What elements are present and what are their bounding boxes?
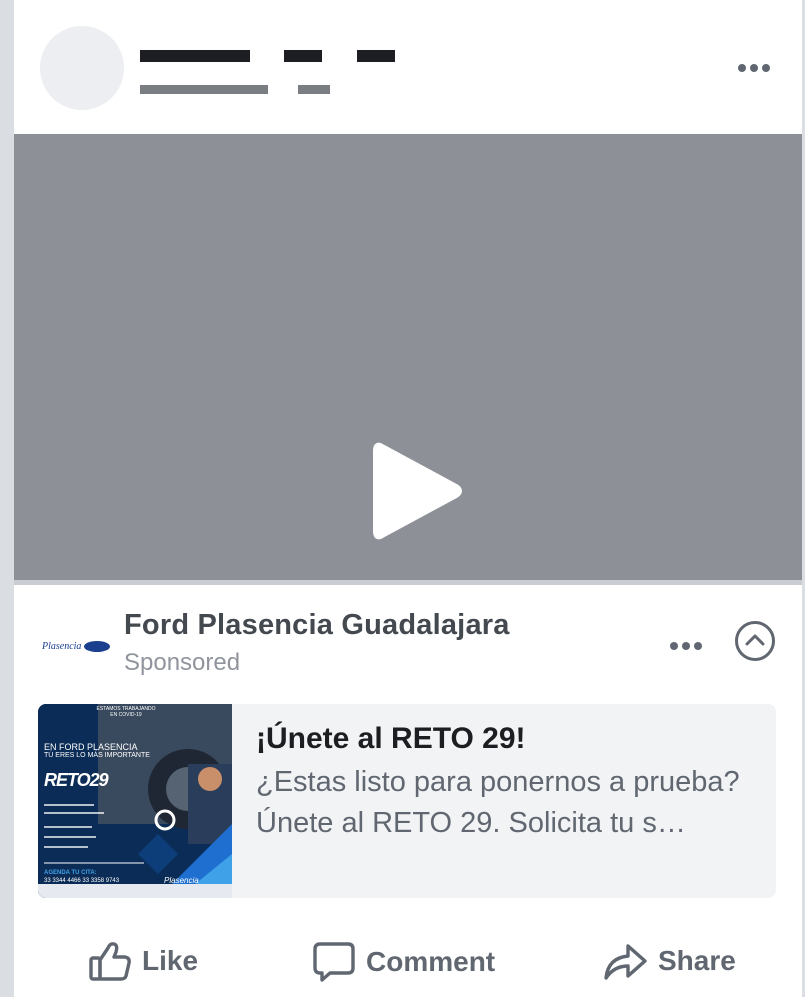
share-button[interactable]: Share: [602, 940, 736, 982]
page-logo[interactable]: Plasencia: [38, 639, 114, 661]
link-title[interactable]: ¡Únete al RETO 29!: [256, 722, 526, 756]
share-arrow-icon: [604, 944, 647, 980]
thumbs-up-icon: [89, 942, 131, 981]
share-label: Share: [658, 945, 736, 976]
thumbnail-headline: EN FORD PLASENCIA: [44, 742, 138, 752]
speech-bubble-icon: [313, 942, 355, 982]
author-name-placeholder[interactable]: [357, 50, 395, 62]
page-name[interactable]: Ford Plasencia Guadalajara: [124, 609, 510, 642]
sponsored-label[interactable]: Sponsored: [124, 649, 240, 677]
video-player[interactable]: [14, 134, 802, 580]
play-icon[interactable]: [372, 439, 464, 543]
author-name-placeholder[interactable]: [284, 50, 322, 62]
avatar-placeholder[interactable]: [40, 26, 124, 110]
logo-brand-text: Plasencia: [42, 641, 82, 652]
thumbnail-promo-name: RETO29: [44, 770, 109, 790]
link-thumbnail[interactable]: ESTAMOS TRABAJANDO EN COVID-19 EN FORD P…: [38, 704, 232, 898]
post-header: [14, 0, 802, 134]
thumbnail-subheadline: TÚ ERES LO MÁS IMPORTANTE: [44, 752, 150, 759]
like-button[interactable]: Like: [88, 940, 198, 982]
ford-oval-logo: [84, 641, 110, 652]
comment-button[interactable]: Comment: [312, 940, 495, 984]
author-name-placeholder[interactable]: [140, 50, 250, 62]
timestamp-placeholder: [140, 85, 268, 94]
chevron-up-circle-icon[interactable]: [735, 621, 775, 661]
link-description[interactable]: ¿Estas listo para ponernos a prueba? Úne…: [256, 762, 762, 844]
more-dots-icon[interactable]: [670, 642, 702, 650]
comment-label: Comment: [366, 946, 496, 977]
link-preview[interactable]: ESTAMOS TRABAJANDO EN COVID-19 EN FORD P…: [38, 704, 776, 898]
post-card: Plasencia Ford Plasencia Guadalajara Spo…: [14, 0, 802, 997]
action-bar: Like Comment Share: [14, 920, 802, 997]
thumbnail-brand: Plasencia: [164, 876, 199, 885]
ad-header: Plasencia Ford Plasencia Guadalajara Spo…: [14, 585, 802, 695]
thumbnail-cta: AGENDA TU CITA:: [44, 870, 97, 876]
timestamp-placeholder: [298, 85, 330, 94]
thumbnail-phones: 33 3344 4466 33 3358 9743: [44, 878, 120, 884]
like-label: Like: [142, 945, 199, 976]
more-dots-icon[interactable]: [738, 64, 770, 72]
thumbnail-artwork: [38, 704, 232, 898]
thumbnail-top-badge: ESTAMOS TRABAJANDO EN COVID-19: [96, 706, 156, 718]
